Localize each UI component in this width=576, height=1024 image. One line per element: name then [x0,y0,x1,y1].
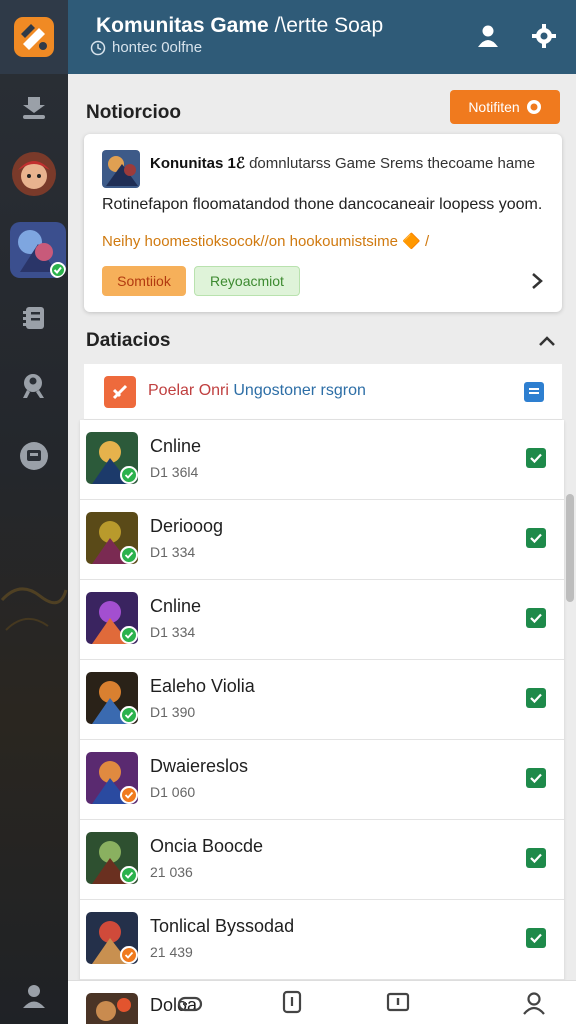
rail-chat-icon[interactable] [14,436,54,476]
chevron-right-icon[interactable] [522,266,552,296]
rail-download-icon[interactable] [14,88,54,128]
main-content: Notiorcioo Notifiten Konunitas 1ℰ ɗomnlu… [68,74,576,1024]
list-item[interactable]: Oncia Boocde 21 036 [80,820,564,900]
game-meta: D1 334 [150,544,196,560]
card-title: Konunitas 1ℰ ɗomnlutarss Game Srems thec… [150,154,550,174]
feature-tool-icon [104,376,136,408]
chevron-up-icon[interactable] [536,330,558,352]
app-logo-icon [14,17,54,57]
nav-bookmark-icon[interactable] [278,989,306,1017]
app-title-main: Komunitas Game [96,14,269,37]
notification-bell-icon [526,100,541,114]
card-chip-secondary[interactable]: Reyoacmiot [194,266,300,296]
feature-label: Poelar Onri Ungostoner rsgron [148,382,366,400]
status-check-icon [120,546,138,564]
account-icon[interactable] [470,18,506,54]
select-checkbox[interactable] [526,448,546,468]
game-meta: 21 036 [150,864,193,880]
card-chip-primary[interactable]: Somtiiok [102,266,186,296]
list-item[interactable]: Cnline D1 334 [80,580,564,660]
game-meta: 21 439 [150,944,193,960]
card-link[interactable]: Neihy hoomestioksocok//on hookoumistsime… [102,232,542,250]
feature-label-blue: Ungostoner rsgron [233,382,366,399]
select-checkbox[interactable] [526,928,546,948]
app-header: Komunitas Game /\ertte Soap hontec 0olfn… [68,0,576,74]
app-title: Komunitas Game /\ertte Soap [96,14,383,38]
list-item[interactable]: Dwaiereslos D1 060 [80,740,564,820]
bottom-nav: Doloa [68,980,576,1024]
select-checkbox[interactable] [526,688,546,708]
select-checkbox[interactable] [526,848,546,868]
card-description: Rotinefapon floomatandod thone dancocane… [102,196,543,213]
game-name: Deriooog [150,516,224,536]
status-check-icon [120,706,138,724]
feature-row[interactable]: Poelar Onri Ungostoner rsgron [84,364,562,420]
feature-toggle[interactable] [524,382,544,402]
game-name: Tonlical Byssodad [150,916,295,936]
status-check-icon [120,626,138,644]
status-line: hontec 0olfne [90,39,202,56]
scrollbar[interactable] [566,494,574,602]
game-name: Dwaiereslos [150,756,249,776]
status-text: hontec 0olfne [112,39,203,56]
rail-profile-icon[interactable] [14,976,54,1016]
select-checkbox[interactable] [526,528,546,548]
list-item[interactable]: Ealeho Violia D1 390 [80,660,564,740]
game-name: Cnline [150,436,202,456]
game-meta: D1 390 [150,704,196,720]
rail-search-user-icon[interactable] [14,366,54,406]
notifications-title: Notiorcioo [86,102,181,123]
app-logo[interactable] [0,0,68,74]
rail-decoration [0,587,68,631]
status-check-icon [120,466,138,484]
game-meta: D1 36l4 [150,464,199,480]
select-checkbox[interactable] [526,768,546,788]
status-check-icon [120,866,138,884]
card-title-main: Konunitas 1ℰ [150,155,245,172]
select-checkbox[interactable] [526,608,546,628]
game-name: Cnline [150,596,202,616]
notifications-button-label: Notifiten [468,99,520,115]
card-title-rest: ɗomnlutarss Game Srems thecoame hame [244,155,536,172]
notifications-button[interactable]: Notifiten [450,90,560,124]
settings-gear-icon[interactable] [526,18,562,54]
game-name: Oncia Boocde [150,836,264,856]
list-item[interactable]: Deriooog D1 334 [80,500,564,580]
nav-gamepad-icon[interactable] [176,989,204,1017]
game-meta: D1 334 [150,624,196,640]
bottom-peek-thumbnail [86,993,138,1024]
feature-label-red: Poelar Onri [148,382,234,399]
nav-inbox-icon[interactable] [384,989,412,1017]
card-thumbnail [102,150,140,188]
rail-user-avatar[interactable] [12,152,56,196]
game-name: Ealeho Violia [150,676,255,696]
list-item[interactable]: Cnline D1 36l4 [80,420,564,500]
status-check-icon [120,946,138,964]
status-check-icon [120,786,138,804]
app-title-suffix: /\ertte Soap [268,14,384,37]
details-title: Datiacios [86,330,171,351]
game-meta: D1 060 [150,784,196,800]
status-clock-icon [90,40,106,55]
nav-profile-icon[interactable] [520,989,548,1017]
left-rail [0,0,68,1024]
community-card[interactable]: Konunitas 1ℰ ɗomnlutarss Game Srems thec… [84,134,562,312]
list-item[interactable]: Tonlical Byssodad 21 439 [80,900,564,980]
rail-game-thumbnail[interactable] [10,222,66,278]
game-list: Cnline D1 36l4 Deriooog D1 334 Cnline D1 334 E… [80,420,564,1024]
rail-notes-icon[interactable] [14,298,54,338]
